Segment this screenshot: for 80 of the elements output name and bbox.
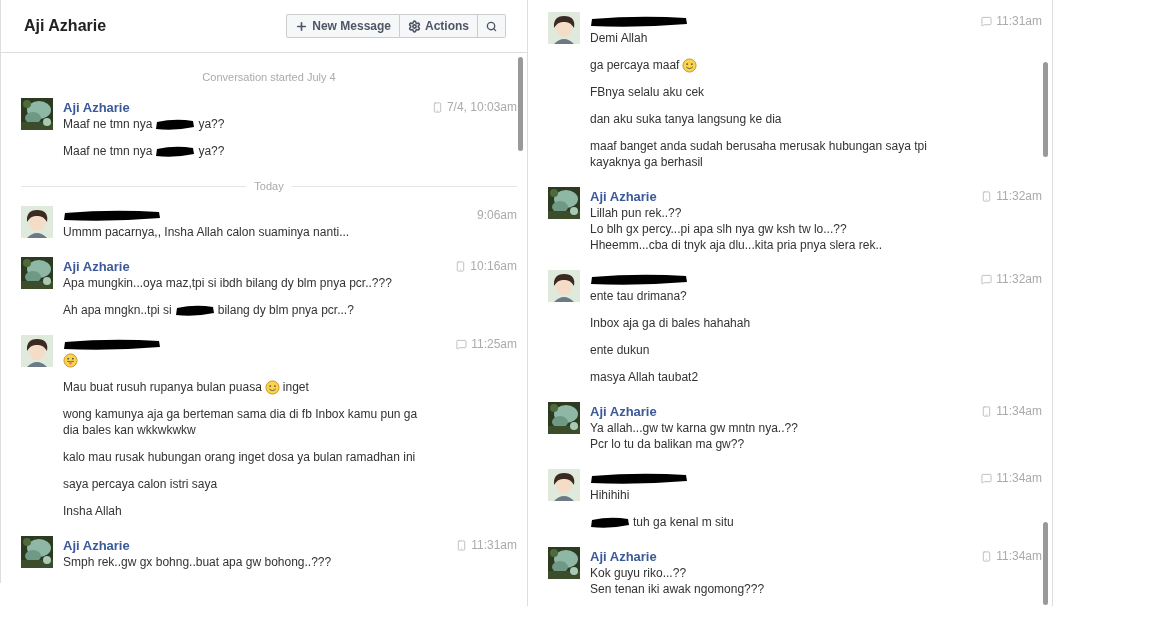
smiley-icon <box>682 57 698 73</box>
scrollbar-thumb[interactable] <box>1043 522 1048 605</box>
message-text: ga percaya maaf <box>590 57 680 73</box>
message-text: Apa mungkin...oya maz,tpi si ibdh bilang dy blm pnya pcr..??? <box>63 275 392 291</box>
conversation-start-note: Conversation started July 4 <box>201 71 337 83</box>
avatar <box>548 270 580 302</box>
mobile-icon <box>431 101 443 113</box>
message-text: Ah apa mngkn..tpi si <box>63 302 172 318</box>
day-separator: Today <box>21 180 517 192</box>
message-text: dan aku suka tanya langsung ke dia <box>590 111 782 127</box>
redaction-mark <box>155 117 196 131</box>
redaction-mark <box>174 303 215 317</box>
message-time: 9:06am <box>476 208 517 222</box>
message-time: 11:34am <box>996 549 1042 563</box>
message-text: Demi Allah <box>590 30 648 46</box>
search-button[interactable] <box>478 14 506 38</box>
mobile-icon <box>981 550 993 562</box>
chat-icon <box>456 338 468 350</box>
conversation-title: Aji Azharie <box>24 17 107 35</box>
avatar <box>21 335 53 367</box>
sender-name[interactable]: Aji Azharie <box>590 548 657 564</box>
chat-icon <box>981 15 993 27</box>
message-text: inget <box>282 379 309 395</box>
avatar <box>548 12 580 44</box>
message-time: 11:31am <box>471 538 517 552</box>
message-time: 10:16am <box>470 259 517 273</box>
chat-icon <box>981 472 993 484</box>
message-time: 11:32am <box>996 189 1042 203</box>
message-text: ya?? <box>198 143 225 159</box>
message-time: 11:34am <box>996 471 1042 485</box>
message-text: Maaf ne tmn nya <box>63 143 153 159</box>
scrollbar-thumb[interactable] <box>1043 62 1048 157</box>
mobile-icon <box>455 260 467 272</box>
message-text: saya percaya calon istri saya <box>63 476 218 492</box>
message-time: 11:34am <box>996 404 1042 418</box>
message-text: kalo mau rusak hubungan orang inget dosa ya bulan ramadhan ini <box>63 449 416 465</box>
message-text: Maaf ne tmn nya <box>63 116 153 132</box>
scrollbar-thumb[interactable] <box>518 57 523 151</box>
sender-name[interactable]: Aji Azharie <box>63 258 130 274</box>
message-text: Hihihihi <box>590 487 630 503</box>
message-text: Mau buat rusuh rupanya bulan puasa <box>63 379 262 395</box>
avatar <box>21 206 53 238</box>
message-text: Kok guyu riko...?? Sen tenan iki awak ngomong??? <box>590 565 765 597</box>
sender-name[interactable]: Aji Azharie <box>63 537 130 553</box>
message-text: ente dukun <box>590 342 650 358</box>
toolbar-button[interactable]: Actions <box>400 14 478 38</box>
message-text: Insha Allah <box>63 503 122 519</box>
redaction-mark <box>155 144 196 158</box>
avatar <box>548 469 580 501</box>
message-text: masya Allah taubat2 <box>590 369 699 385</box>
smiley-icon <box>264 379 280 395</box>
sender-name[interactable]: Aji Azharie <box>590 188 657 204</box>
chat-icon <box>981 273 993 285</box>
message-text: Lillah pun rek..?? Lo blh gx percy...pi apa slh nya gw ksh tw lo...?? Hheemm...cba di tnyk aja dlu...kita pria pnya slera rek.. <box>590 205 883 253</box>
mobile-icon <box>981 190 993 202</box>
settings-icon <box>408 19 421 33</box>
message-text: ya?? <box>198 116 225 132</box>
message-time: 11:32am <box>996 272 1042 286</box>
message-text: FBnya selalu aku cek <box>590 84 705 100</box>
message-text: maaf banget anda sudah berusaha merusak hubungan saya tpi kayaknya ga berhasil <box>590 138 927 170</box>
tongue-emoji-icon <box>63 353 78 368</box>
message-text: bilang dy blm pnya pcr...? <box>217 302 354 318</box>
message-text: tuh ga kenal m situ <box>633 514 734 530</box>
redaction-mark <box>590 515 630 529</box>
message-text: Inbox aja ga di bales hahahah <box>590 315 751 331</box>
message-text: ente tau drimana? <box>590 288 687 304</box>
mobile-icon <box>981 405 993 417</box>
sender-name[interactable]: Aji Azharie <box>63 99 130 115</box>
message-time: 7/4, 10:03am <box>446 100 517 114</box>
sender-name[interactable]: Aji Azharie <box>590 403 657 419</box>
toolbar-button[interactable]: New Message <box>286 14 400 38</box>
search-icon <box>486 20 497 32</box>
message-text: Smph rek..gw gx bohng..buat apa gw bohong..??? <box>63 554 332 570</box>
message-text: Ya allah...gw tw karna gw mntn nya..?? Pcr lo tu da balikan ma gw?? <box>590 420 798 452</box>
message-text: Ummm pacarnya,, Insha Allah calon suaminya nanti... <box>63 224 350 240</box>
message-text: wong kamunya aja ga berteman sama dia di fb Inbox kamu pun ga dia bales kan wkkwkwkw <box>63 406 418 438</box>
message-time: 11:25am <box>471 337 517 351</box>
mobile-icon <box>456 539 468 551</box>
message-time: 11:31am <box>996 14 1042 28</box>
plus-icon <box>295 19 309 33</box>
